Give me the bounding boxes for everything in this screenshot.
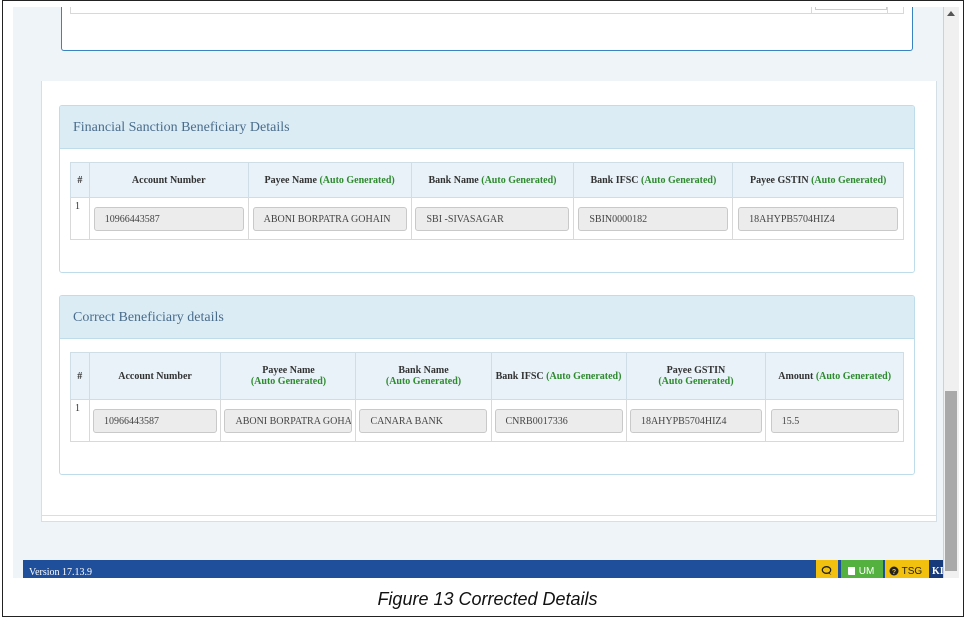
financial-sanction-table: # Account Number Payee Name (Auto Genera… [70,162,904,240]
table-header-row: # Account Number Payee Name (Auto Genera… [70,162,904,198]
bank-ifsc-field[interactable]: CNRB0017336 [494,408,623,433]
previous-section [13,7,943,81]
scrollbar-thumb[interactable] [945,391,957,571]
column-header-bank-ifsc: Bank IFSC (Auto Generated) [490,352,627,400]
bank-ifsc-field[interactable]: SBIN0000182 [578,206,729,231]
chat-icon [821,566,832,576]
payee-gstin-field[interactable]: 18AHYPB5704HIZ4 [629,408,762,433]
column-header-payee-name: Payee Name (Auto Generated) [220,352,357,400]
previous-table-row [70,7,904,14]
payee-name-field[interactable]: ABONI BORPATRA GOHAIN [252,206,407,231]
figure-frame: Financial Sanction Beneficiary Details #… [2,0,964,617]
chat-button[interactable] [816,560,838,578]
column-header-index: # [70,162,90,198]
account-number-field[interactable]: 10966443587 [93,408,218,433]
scroll-up-arrow-icon[interactable] [947,11,955,16]
payee-gstin-field[interactable]: 18AHYPB5704HIZ4 [738,206,899,231]
content-divider [42,515,936,516]
status-bar: Version 17.13.9 UM ? TSG KI [23,560,943,578]
panel-title: Correct Beneficiary details [60,296,914,339]
correct-beneficiary-panel: Correct Beneficiary details # Account Nu… [59,295,915,475]
table-row: 1 10966443587 ABONI BORPATRA GOHAIN SBI … [70,197,904,240]
payee-name-field[interactable]: ABONI BORPATRA GOHAIN [224,408,353,433]
um-button[interactable]: UM [841,560,883,578]
svg-text:?: ? [892,569,896,576]
tsg-button[interactable]: ? TSG [885,560,929,578]
previous-panel [61,7,913,51]
column-header-bank-ifsc: Bank IFSC (Auto Generated) [573,162,734,198]
question-circle-icon: ? [889,566,899,576]
tsg-label: TSG [901,566,923,577]
correct-beneficiary-table: # Account Number Payee Name (Auto Generat… [70,352,904,442]
table-row: 1 10966443587 ABONI BORPATRA GOHAIN CANA… [70,399,904,442]
figure-caption: Figure 13 Corrected Details [377,589,598,609]
financial-sanction-panel: Financial Sanction Beneficiary Details #… [59,105,915,273]
row-index: 1 [70,399,90,442]
bank-name-field[interactable]: CANARA BANK [359,408,488,433]
account-number-field[interactable]: 10966443587 [93,206,244,231]
amount-field[interactable]: 15.5 [770,408,899,433]
browser-viewport: Financial Sanction Beneficiary Details #… [13,7,944,578]
um-label: UM [858,566,875,577]
table-header-row: # Account Number Payee Name (Auto Generat… [70,352,904,400]
column-header-bank-name: Bank Name (Auto Generated) [410,162,575,198]
column-header-payee-gstin: Payee GSTIN (Auto Generated) [625,352,767,400]
version-label: Version 17.13.9 [29,567,93,578]
column-header-index: # [70,352,90,400]
column-header-amount: Amount (Auto Generated) [765,352,904,400]
vertical-scrollbar[interactable] [944,7,959,578]
column-header-payee-name: Payee Name (Auto Generated) [247,162,412,198]
row-index: 1 [70,197,90,240]
book-icon [848,567,855,576]
column-header-account-number: Account Number [88,162,249,198]
panel-title: Financial Sanction Beneficiary Details [60,106,914,149]
column-header-bank-name: Bank Name (Auto Generated) [355,352,492,400]
main-content: Financial Sanction Beneficiary Details #… [41,81,937,522]
logo: KII■N [929,560,943,578]
column-header-payee-gstin: Payee GSTIN (Auto Generated) [732,162,904,198]
bank-name-field[interactable]: SBI -SIVASAGAR [415,206,570,231]
column-header-account-number: Account Number [88,352,222,400]
